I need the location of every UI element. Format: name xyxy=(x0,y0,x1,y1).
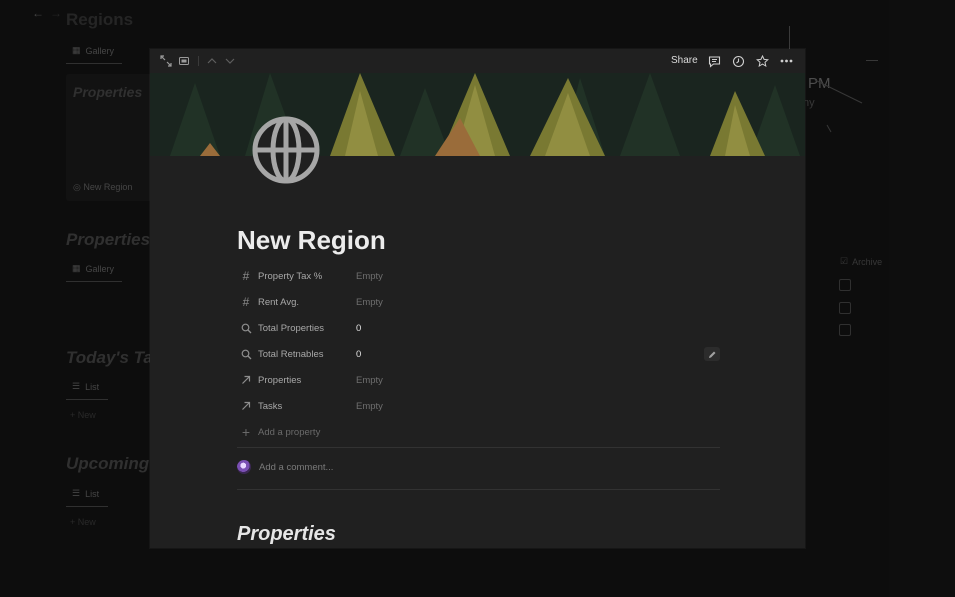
favorite-star-icon[interactable] xyxy=(755,54,769,68)
rollup-search-icon xyxy=(239,347,253,361)
divider xyxy=(237,489,720,490)
property-value[interactable]: Empty xyxy=(356,375,383,386)
plus-icon: + xyxy=(241,424,251,440)
more-options-icon[interactable] xyxy=(779,54,793,68)
number-icon: # xyxy=(242,269,250,283)
relation-arrow-icon xyxy=(239,373,253,387)
property-row[interactable]: # Rent Avg. Empty xyxy=(237,289,720,315)
center-peek-icon[interactable] xyxy=(177,54,191,68)
divider xyxy=(237,447,720,448)
property-name: Properties xyxy=(258,374,302,386)
chevron-down-icon[interactable] xyxy=(223,54,237,68)
property-value[interactable]: Empty xyxy=(356,271,383,282)
rollup-search-icon xyxy=(239,321,253,335)
modal-topbar: Share xyxy=(150,49,805,73)
forest-cover-graphic xyxy=(150,73,805,156)
globe-page-icon[interactable] xyxy=(250,114,322,186)
property-name: Tasks xyxy=(258,400,283,412)
property-row[interactable]: Tasks Empty xyxy=(237,393,720,419)
page-title[interactable]: New Region xyxy=(237,225,386,256)
property-value[interactable]: 0 xyxy=(356,323,361,334)
property-row[interactable]: Properties Empty xyxy=(237,367,720,393)
add-property-label: Add a property xyxy=(258,426,321,438)
comment-icon[interactable] xyxy=(707,54,721,68)
history-clock-icon[interactable] xyxy=(731,54,745,68)
property-name: Property Tax % xyxy=(258,270,323,282)
comment-input[interactable]: Add a comment... xyxy=(259,462,333,473)
property-value[interactable]: Empty xyxy=(356,401,383,412)
property-value[interactable]: Empty xyxy=(356,297,383,308)
page-cover-image[interactable] xyxy=(150,73,805,156)
property-row[interactable]: # Property Tax % Empty xyxy=(237,263,720,289)
property-name: Total Retnables xyxy=(258,348,324,360)
avatar xyxy=(237,460,251,474)
toolbar-divider xyxy=(198,56,199,66)
share-button[interactable]: Share xyxy=(671,55,698,66)
property-row[interactable]: Total Properties 0 xyxy=(237,315,720,341)
property-row[interactable]: Total Retnables 0 xyxy=(237,341,720,367)
property-name: Total Properties xyxy=(258,322,325,334)
expand-icon[interactable] xyxy=(159,54,173,68)
page-peek-modal: Share New Region # Property Tax % Empty … xyxy=(150,49,805,548)
relation-arrow-icon xyxy=(239,399,253,413)
property-name: Rent Avg. xyxy=(258,296,300,308)
section-heading[interactable]: Properties xyxy=(237,523,336,546)
add-property-button[interactable]: + Add a property xyxy=(237,419,720,445)
chevron-up-icon[interactable] xyxy=(205,54,219,68)
property-list: # Property Tax % Empty # Rent Avg. Empty… xyxy=(237,263,720,445)
edit-pencil-icon[interactable] xyxy=(704,347,720,361)
property-value[interactable]: 0 xyxy=(356,349,361,360)
number-icon: # xyxy=(242,295,250,309)
comment-box[interactable]: Add a comment... xyxy=(237,460,333,474)
